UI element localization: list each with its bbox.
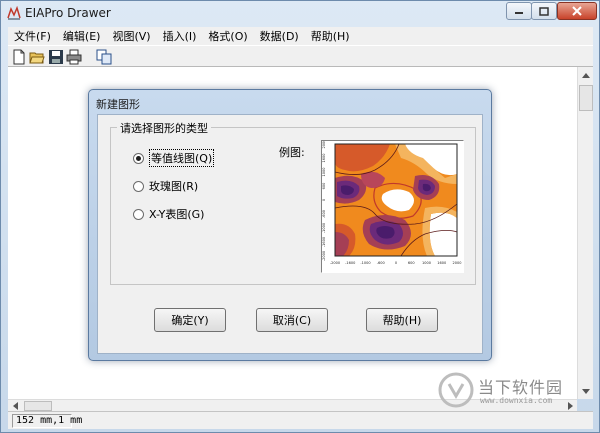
option-contour-label: 等值线图(Q): [149, 149, 215, 167]
preview-x-tick: -1000: [360, 261, 370, 265]
preview-x-tick: -2000: [330, 261, 340, 265]
graph-type-group: 请选择图形的类型 等值线图(Q) 玫瑰图(R) X-Y表图(G) 例图: 200…: [110, 120, 476, 285]
maximize-button[interactable]: [531, 2, 557, 20]
preview-y-axis: 2000 1600 1000 600 0 -600 -1000 -1600 -2000: [322, 140, 326, 262]
preview-y-tick: 0: [322, 199, 326, 201]
radio-xy[interactable]: [133, 208, 144, 220]
watermark-url: www.downxia.com: [480, 396, 553, 405]
status-bar: 152 mm,1 mm: [8, 411, 593, 429]
preview-y-tick: 2000: [322, 141, 326, 148]
option-contour[interactable]: 等值线图(Q): [133, 149, 215, 167]
preview-x-tick: 600: [408, 261, 415, 265]
new-file-icon[interactable]: [11, 49, 27, 65]
ok-button[interactable]: 确定(Y): [154, 308, 226, 332]
sample-preview: 2000 1600 1000 600 0 -600 -1000 -1600 -2000 -200…: [321, 140, 464, 273]
option-xy[interactable]: X-Y表图(G): [133, 206, 204, 222]
menu-help[interactable]: 帮助(H): [305, 28, 356, 44]
preview-y-tick: 1600: [322, 154, 326, 163]
horizontal-scroll-thumb[interactable]: [24, 401, 52, 411]
cancel-button[interactable]: 取消(C): [256, 308, 328, 332]
help-button[interactable]: 帮助(H): [366, 308, 438, 332]
minimize-icon: [515, 12, 523, 14]
preview-y-tick: 600: [322, 183, 326, 190]
app-icon: [7, 6, 21, 20]
vertical-scroll-thumb[interactable]: [579, 85, 593, 111]
radio-rose[interactable]: [133, 180, 144, 192]
toolbar: [8, 45, 593, 67]
option-rose-label: 玫瑰图(R): [149, 180, 199, 193]
preview-y-tick: 1000: [322, 168, 326, 177]
arrow-up-icon: [582, 72, 590, 78]
menu-data[interactable]: 数据(D): [254, 28, 305, 44]
status-position: 152 mm,1 mm: [12, 414, 82, 428]
dialog-title: 新建图形: [96, 98, 140, 111]
window-title: EIAPro Drawer: [25, 6, 111, 20]
preview-x-tick: 2000: [453, 261, 462, 265]
preview-x-tick: -600: [377, 261, 385, 265]
sample-label: 例图:: [279, 146, 305, 159]
maximize-icon: [539, 6, 549, 16]
save-icon[interactable]: [48, 49, 64, 65]
watermark-name: 当下软件园: [478, 378, 564, 397]
menu-edit[interactable]: 编辑(E): [57, 28, 107, 44]
preview-x-tick: 1000: [422, 261, 431, 265]
menu-insert[interactable]: 插入(I): [157, 28, 203, 44]
preview-y-tick: -1600: [322, 237, 326, 247]
minimize-button[interactable]: [506, 2, 532, 20]
preview-y-tick: -600: [322, 210, 326, 218]
contour-preview-image: 2000 1600 1000 600 0 -600 -1000 -1600 -2000 -200…: [322, 140, 463, 272]
title-bar: EIAPro Drawer: [1, 1, 599, 25]
copy-icon[interactable]: [96, 49, 112, 65]
menu-format[interactable]: 格式(O): [202, 28, 253, 44]
preview-x-axis: -2000 -1600 -1000 -600 0 600 1000 1600 2000: [330, 261, 462, 265]
scroll-up-button[interactable]: [578, 67, 594, 83]
open-folder-icon[interactable]: [29, 49, 45, 65]
preview-x-tick: -1600: [345, 261, 355, 265]
print-icon[interactable]: [66, 49, 82, 65]
preview-y-tick: -1000: [322, 223, 326, 233]
option-xy-label: X-Y表图(G): [149, 208, 205, 221]
menu-bar: 文件(F) 编辑(E) 视图(V) 插入(I) 格式(O) 数据(D) 帮助(H…: [8, 27, 593, 45]
preview-y-tick: -2000: [322, 251, 326, 261]
menu-file[interactable]: 文件(F): [8, 28, 57, 44]
radio-contour[interactable]: [133, 152, 144, 164]
group-label: 请选择图形的类型: [117, 120, 211, 136]
option-rose[interactable]: 玫瑰图(R): [133, 178, 198, 194]
new-graph-dialog: 新建图形 请选择图形的类型 等值线图(Q) 玫瑰图(R) X-Y表图(G) 例图…: [88, 89, 492, 361]
close-button[interactable]: [557, 2, 597, 20]
close-icon: [572, 6, 582, 16]
arrow-left-icon: [12, 402, 18, 410]
preview-x-tick: 1600: [437, 261, 446, 265]
watermark-logo-icon: [438, 372, 474, 408]
menu-view[interactable]: 视图(V): [106, 28, 156, 44]
vertical-scrollbar[interactable]: [577, 67, 593, 399]
preview-x-tick: 0: [395, 261, 397, 265]
watermark: 当下软件园 www.downxia.com: [438, 372, 588, 412]
dialog-body: 请选择图形的类型 等值线图(Q) 玫瑰图(R) X-Y表图(G) 例图: 200…: [97, 114, 483, 354]
